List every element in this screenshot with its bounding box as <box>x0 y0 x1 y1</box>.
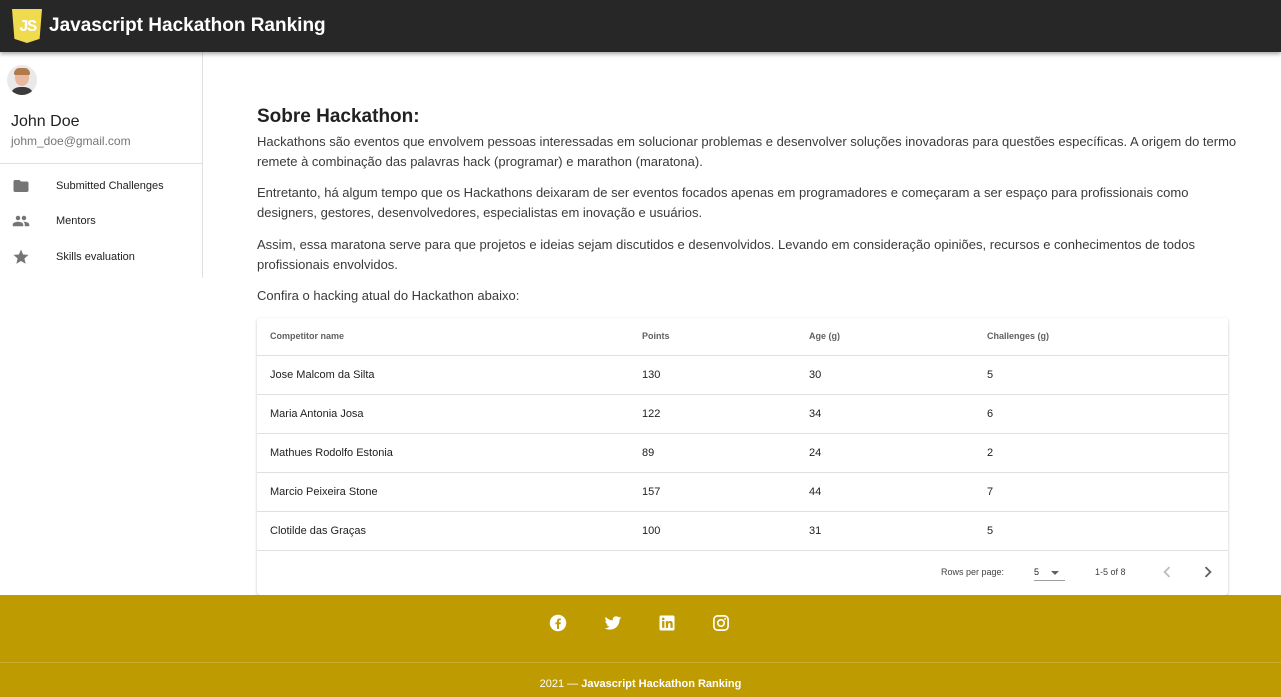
sidebar-item-skills-evaluation[interactable]: Skills evaluation <box>0 239 202 275</box>
copyright: 2021 — Javascript Hackathon Ranking <box>0 678 1281 690</box>
chevron-left-icon <box>1163 566 1171 578</box>
cell-competitor: Clotilde das Graças <box>270 525 366 537</box>
cell-challenges: 5 <box>987 525 994 537</box>
table-header: Competitor name Points Age (g) Challenge… <box>257 318 1228 356</box>
column-header-challenges[interactable]: Challenges (g) <box>987 331 1049 341</box>
rows-per-page-value: 5 <box>1034 567 1040 577</box>
caret-down-icon <box>1051 571 1059 575</box>
footer-divider <box>0 662 1281 663</box>
page-title: Sobre Hackathon: <box>257 106 420 127</box>
cell-competitor: Mathues Rodolfo Estonia <box>270 447 393 459</box>
cell-points: 130 <box>642 369 661 381</box>
avatar[interactable] <box>7 65 37 95</box>
cell-challenges: 2 <box>987 447 994 459</box>
sidebar-item-label: Skills evaluation <box>56 251 135 263</box>
logo-text: JS <box>18 17 37 37</box>
cell-age: 34 <box>809 408 822 420</box>
table-intro: Confira o hacking atual do Hackathon aba… <box>257 288 520 303</box>
cell-challenges: 7 <box>987 486 994 498</box>
rows-per-page-label: Rows per page: <box>941 567 1005 577</box>
copyright-year: 2021 — <box>539 678 579 690</box>
app-title[interactable]: Javascript Hackathon Ranking <box>49 15 326 37</box>
twitter-icon[interactable] <box>604 614 622 632</box>
intro-paragraph: Entretanto, há algum tempo que os Hackat… <box>257 185 1189 220</box>
sidebar-item-label: Submitted Challenges <box>56 180 164 192</box>
folder-icon <box>13 180 29 192</box>
next-page-button[interactable] <box>1197 561 1219 583</box>
table-row[interactable]: Marcio Peixeira Stone 157 44 7 <box>257 473 1228 512</box>
ranking-table: Competitor name Points Age (g) Challenge… <box>257 318 1228 595</box>
cell-age: 30 <box>809 369 822 381</box>
cell-competitor: Marcio Peixeira Stone <box>270 486 378 498</box>
intro-paragraph: Assim, essa maratona serve para que proj… <box>257 237 1195 272</box>
page-footer: 2021 — Javascript Hackathon Ranking <box>0 595 1281 697</box>
table-row[interactable]: Clotilde das Graças 100 31 5 <box>257 512 1228 551</box>
cell-points: 122 <box>642 408 661 420</box>
chevron-right-icon <box>1204 566 1212 578</box>
app-bar: JS Javascript Hackathon Ranking <box>0 0 1281 52</box>
cell-age: 31 <box>809 525 822 537</box>
cell-age: 24 <box>809 447 822 459</box>
cell-points: 89 <box>642 447 655 459</box>
table-row[interactable]: Mathues Rodolfo Estonia 89 24 2 <box>257 434 1228 473</box>
facebook-icon[interactable] <box>549 614 567 632</box>
column-header-points[interactable]: Points <box>642 331 670 341</box>
main-content: Sobre Hackathon: Hackathons são eventos … <box>203 52 1281 595</box>
star-icon <box>13 249 29 264</box>
cell-challenges: 6 <box>987 408 994 420</box>
user-name: John Doe <box>11 113 80 130</box>
rows-per-page-select[interactable]: 5 <box>1034 563 1065 581</box>
cell-points: 100 <box>642 525 661 537</box>
cell-age: 44 <box>809 486 822 498</box>
user-email: johm_doe@gmail.com <box>11 134 131 148</box>
column-header-age[interactable]: Age (g) <box>809 331 840 341</box>
cell-challenges: 5 <box>987 369 994 381</box>
people-icon <box>12 215 30 227</box>
column-header-competitor[interactable]: Competitor name <box>270 331 344 341</box>
pagination-range: 1-5 of 8 <box>1095 567 1126 577</box>
table-row[interactable]: Jose Malcom da Silta 130 30 5 <box>257 356 1228 395</box>
linkedin-icon[interactable] <box>658 614 676 632</box>
previous-page-button[interactable] <box>1156 561 1178 583</box>
instagram-icon[interactable] <box>712 614 730 632</box>
sidebar-item-label: Mentors <box>56 215 96 227</box>
table-row[interactable]: Maria Antonia Josa 122 34 6 <box>257 395 1228 434</box>
javascript-logo-icon[interactable]: JS <box>12 9 42 43</box>
cell-competitor: Maria Antonia Josa <box>270 408 364 420</box>
cell-competitor: Jose Malcom da Silta <box>270 369 375 381</box>
sidebar-item-mentors[interactable]: Mentors <box>0 203 202 239</box>
sidebar-divider <box>0 163 202 164</box>
intro-paragraph: Hackathons são eventos que envolvem pess… <box>257 134 1237 169</box>
table-pagination: Rows per page: 5 1-5 of 8 <box>257 550 1228 595</box>
sidebar: John Doe johm_doe@gmail.com Submitted Ch… <box>0 52 203 278</box>
sidebar-item-submitted-challenges[interactable]: Submitted Challenges <box>0 168 202 204</box>
copyright-app-name: Javascript Hackathon Ranking <box>581 678 742 690</box>
cell-points: 157 <box>642 486 661 498</box>
